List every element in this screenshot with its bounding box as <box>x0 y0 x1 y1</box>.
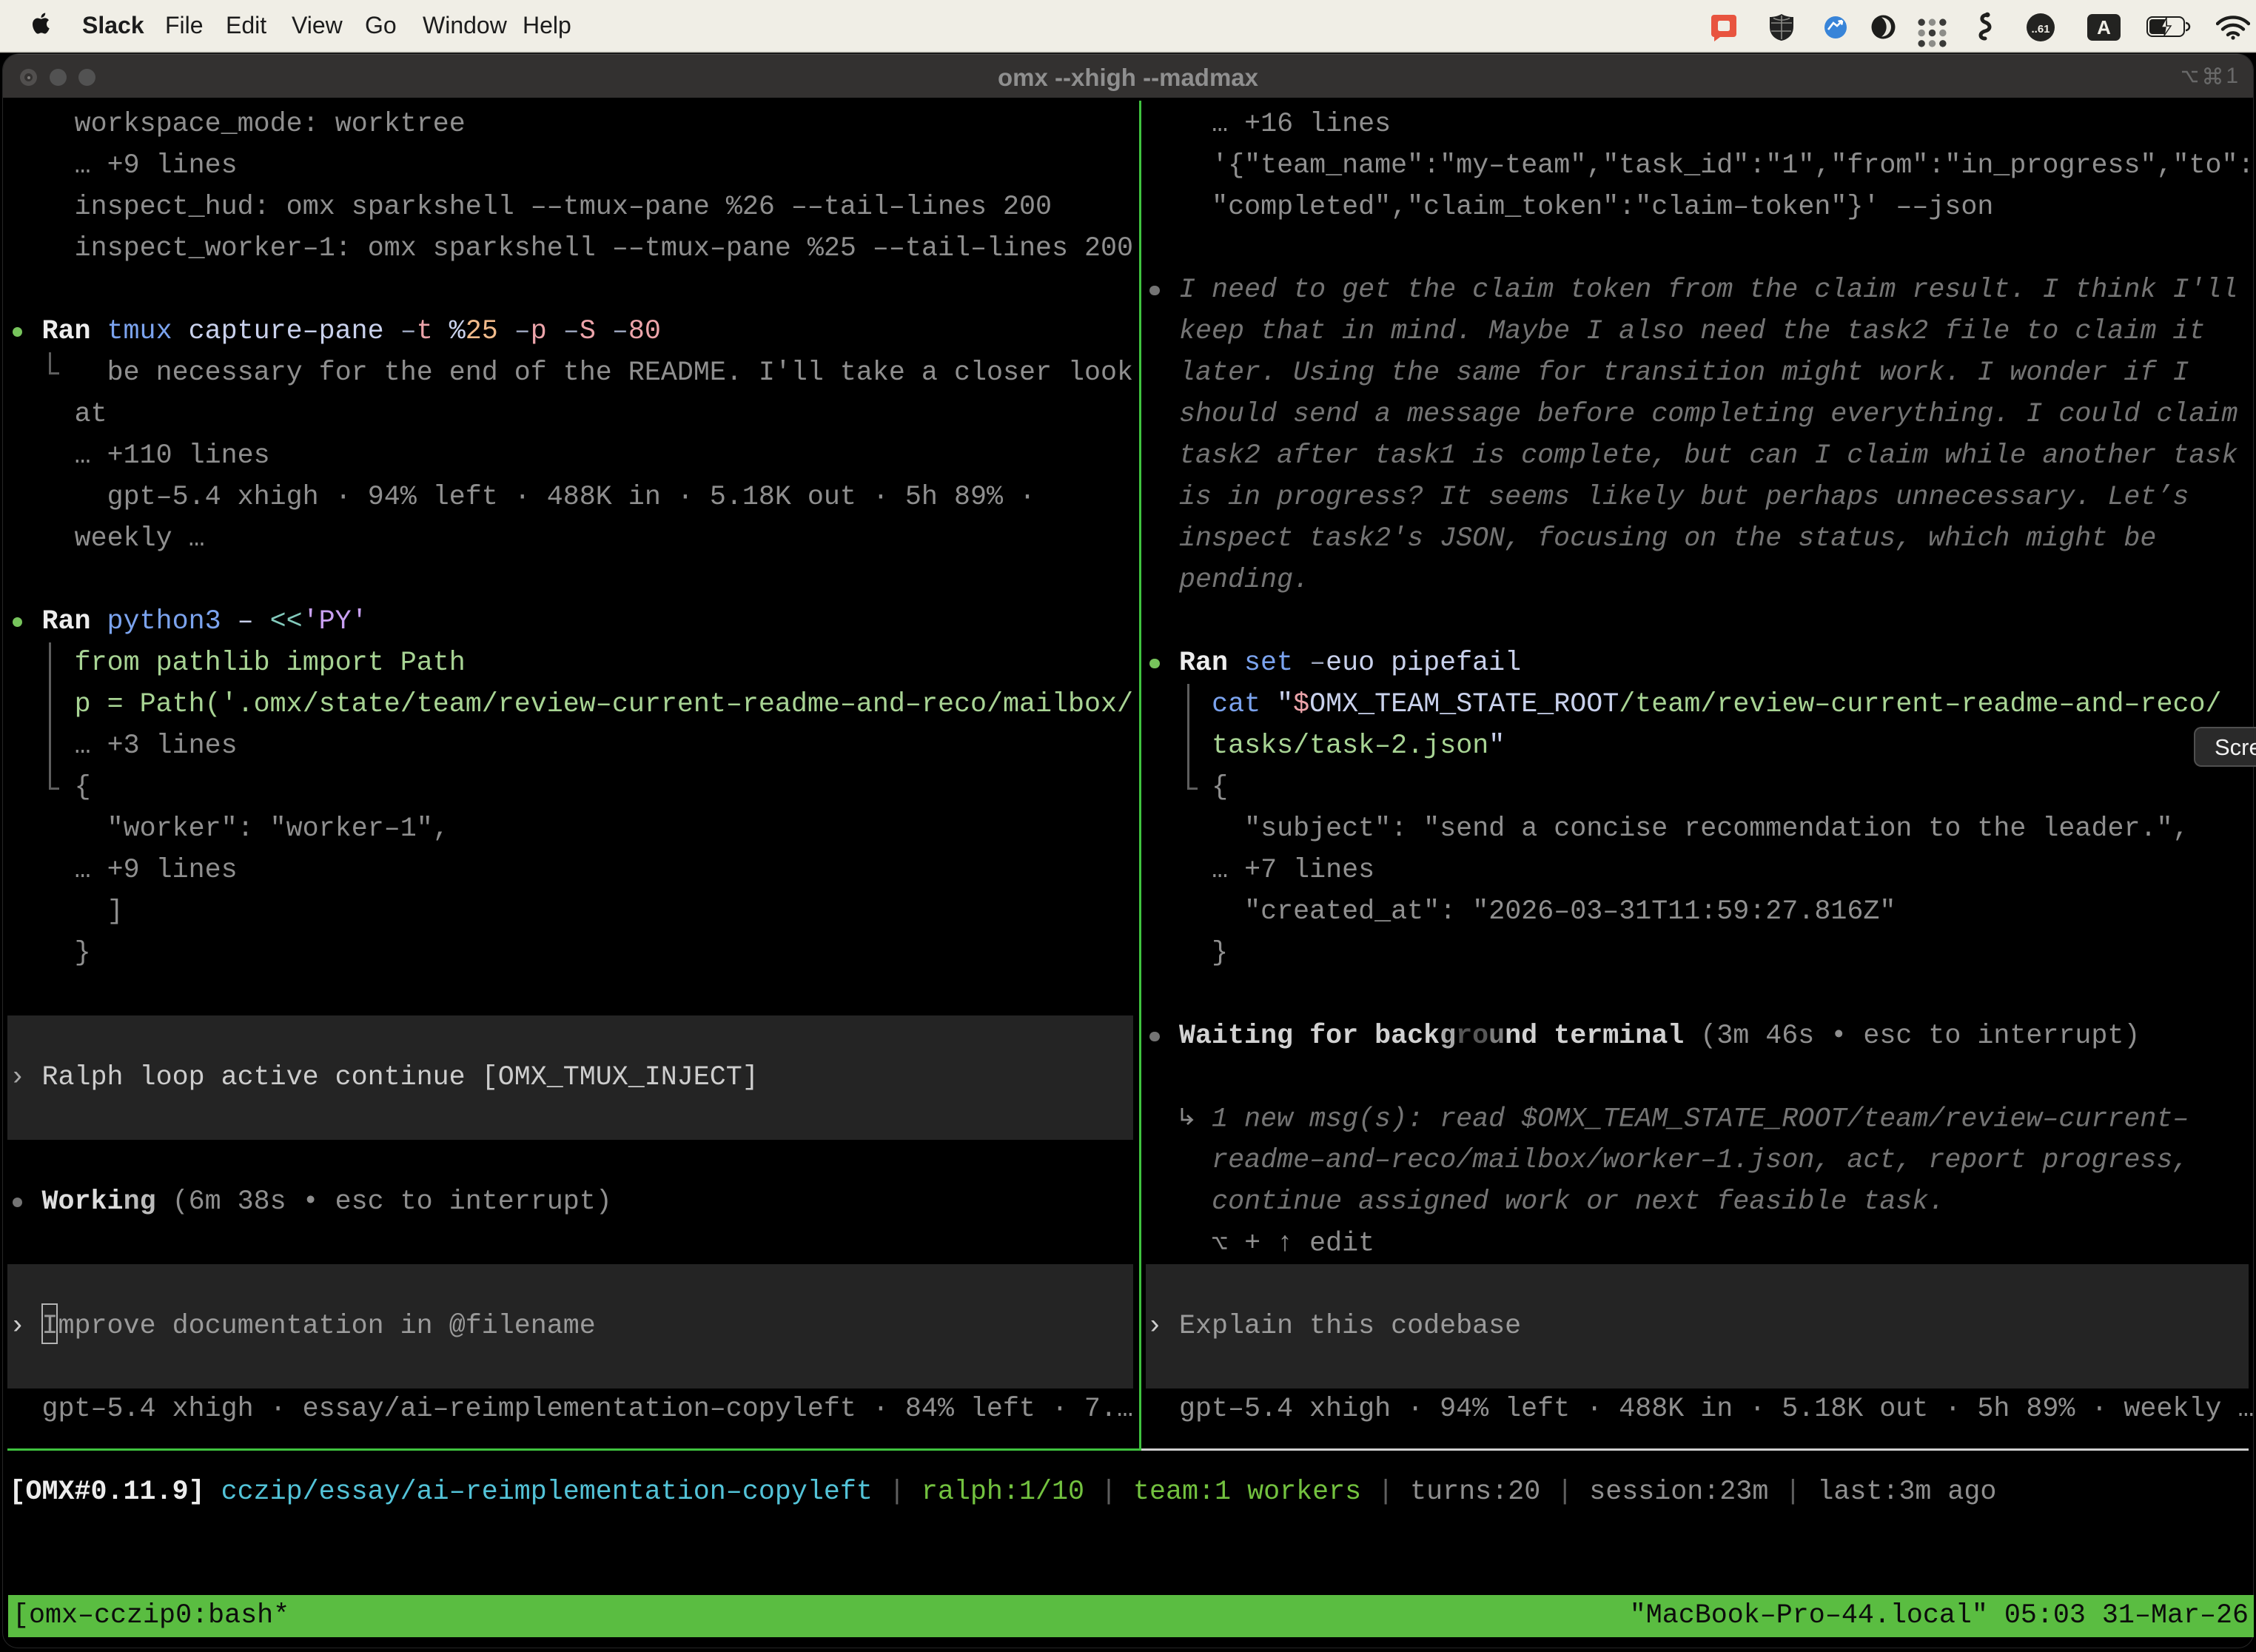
svg-text:..61: ..61 <box>2031 23 2049 36</box>
svg-text:A: A <box>2097 16 2111 38</box>
